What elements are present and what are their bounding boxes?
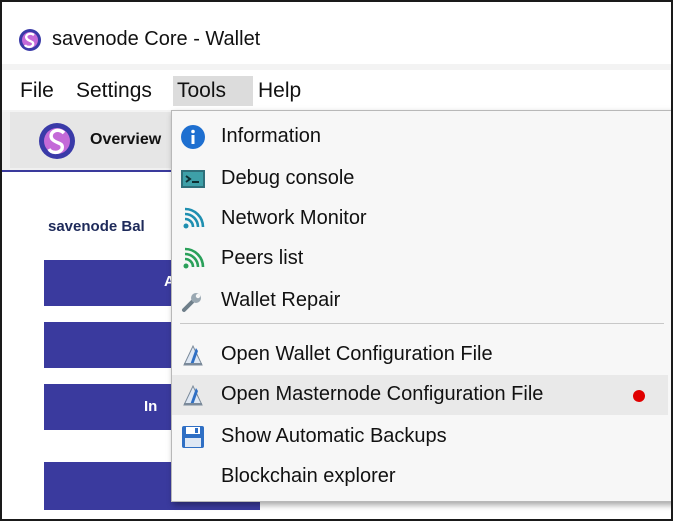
menu-file[interactable]: File (16, 76, 58, 106)
menu-item-open-wallet-config[interactable]: Open Wallet Configuration File (172, 335, 668, 375)
save-disk-icon (182, 426, 204, 448)
console-icon (181, 170, 205, 188)
menu-item-blockchain-explorer[interactable]: Blockchain explorer (172, 457, 668, 497)
menu-item-label: Network Monitor (221, 207, 367, 229)
menu-item-open-masternode-config[interactable]: Open Masternode Configuration File (172, 375, 668, 415)
peers-signal-icon (183, 247, 205, 269)
menu-item-label: Wallet Repair (221, 289, 341, 311)
menu-item-label: Open Masternode Configuration File (221, 383, 544, 405)
menu-item-peers-list[interactable]: Peers list (172, 239, 668, 279)
window-title: savenode Core - Wallet (52, 28, 261, 50)
menu-tools[interactable]: Tools (173, 76, 253, 106)
wrench-icon (182, 293, 201, 312)
menu-bar: File Settings Tools Help (2, 70, 671, 110)
savenode-logo-icon (19, 29, 41, 51)
menu-item-label: Peers list (221, 247, 304, 269)
title-bar: savenode Core - Wallet (2, 2, 671, 64)
tab-overview-label: Overview (90, 131, 162, 148)
info-icon (181, 125, 205, 149)
menu-separator (180, 323, 664, 324)
menu-item-label: Debug console (221, 167, 355, 189)
menu-item-label: Show Automatic Backups (221, 425, 447, 447)
config-file-icon (183, 344, 203, 366)
menu-item-wallet-repair[interactable]: Wallet Repair (172, 281, 668, 321)
network-signal-icon (183, 207, 205, 229)
menu-item-debug-console[interactable]: Debug console (172, 159, 668, 199)
menu-item-information[interactable]: Information (172, 117, 668, 157)
action-button-3-label: In (144, 398, 158, 415)
tab-overview[interactable]: Overview (10, 112, 180, 168)
menu-item-label: Blockchain explorer (221, 465, 396, 487)
menu-item-network-monitor[interactable]: Network Monitor (172, 199, 668, 239)
menu-item-label: Information (221, 125, 322, 147)
balance-label: savenode Bal (48, 218, 145, 235)
menu-item-show-automatic-backups[interactable]: Show Automatic Backups (172, 417, 668, 457)
highlight-marker-dot (633, 390, 645, 402)
menu-help[interactable]: Help (254, 76, 305, 106)
overview-logo-icon (39, 123, 75, 159)
tools-dropdown-menu: Information Debug console Network Monito… (171, 110, 671, 502)
menu-item-label: Open Wallet Configuration File (221, 343, 493, 365)
menu-settings[interactable]: Settings (72, 76, 156, 106)
wallet-window: savenode Core - Wallet File Settings Too… (0, 0, 673, 521)
config-file-icon (183, 384, 203, 406)
